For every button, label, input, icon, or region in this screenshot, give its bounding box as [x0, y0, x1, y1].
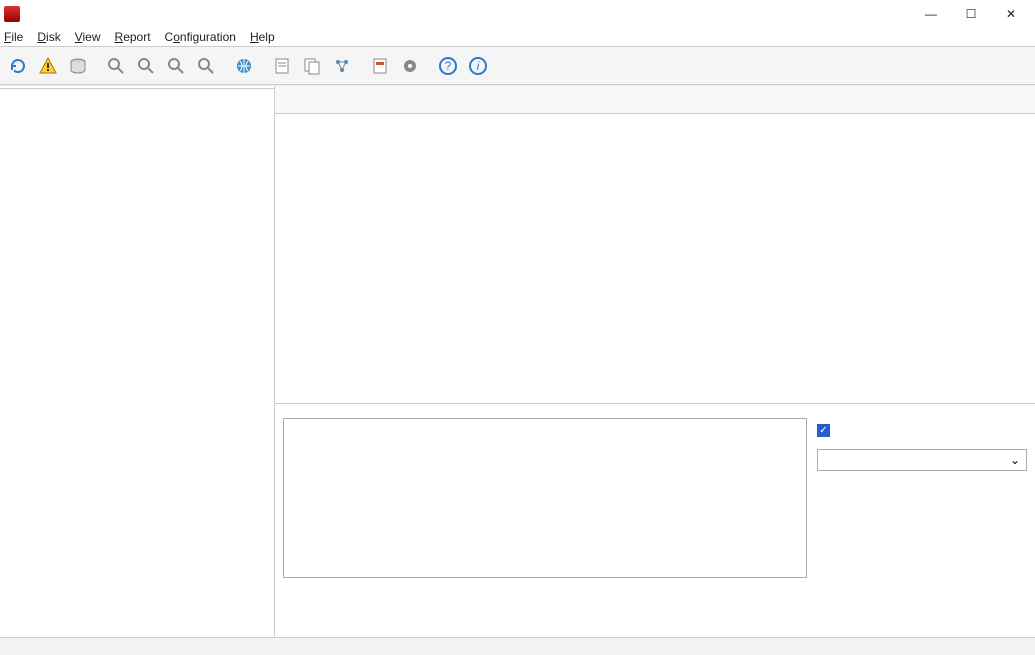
titlebar[interactable]: — ☐ ✕ [0, 0, 1035, 28]
net-button[interactable] [328, 52, 356, 80]
menubar: File Disk View Report Configuration Help [0, 28, 1035, 47]
maximize-button[interactable]: ☐ [951, 3, 991, 25]
help-button[interactable]: ? [434, 52, 462, 80]
status-bar [0, 637, 1035, 655]
menu-help[interactable]: Help [250, 30, 275, 44]
report-button[interactable] [268, 52, 296, 80]
toolbar: ? i [0, 47, 1035, 85]
attribute-chart [283, 418, 807, 578]
tool3-button[interactable] [162, 52, 190, 80]
disk-button[interactable] [64, 52, 92, 80]
attribute-graph-select[interactable]: ⌄ [817, 449, 1027, 471]
report2-button[interactable] [298, 52, 326, 80]
chevron-down-icon: ⌄ [1010, 453, 1020, 467]
menu-report[interactable]: Report [115, 30, 151, 44]
smart-grid[interactable] [275, 114, 1035, 404]
menu-view[interactable]: View [75, 30, 101, 44]
refresh-button[interactable] [4, 52, 32, 80]
menu-file[interactable]: File [4, 30, 23, 44]
tool4-button[interactable] [192, 52, 220, 80]
minimize-button[interactable]: — [911, 3, 951, 25]
menu-configuration[interactable]: Configuration [165, 30, 236, 44]
close-button[interactable]: ✕ [991, 3, 1031, 25]
disk-sidebar [0, 86, 275, 637]
svg-text:?: ? [445, 59, 452, 73]
menu-disk[interactable]: Disk [37, 30, 60, 44]
app-icon [4, 6, 20, 22]
tool1-button[interactable] [102, 52, 130, 80]
report3-button[interactable] [366, 52, 394, 80]
settings-button[interactable] [396, 52, 424, 80]
about-button[interactable]: i [464, 52, 492, 80]
globe-button[interactable] [230, 52, 258, 80]
show-values-checkbox[interactable]: ✓ [817, 424, 830, 437]
warning-button[interactable] [34, 52, 62, 80]
tabs [275, 86, 1035, 114]
svg-text:i: i [477, 59, 480, 73]
tool2-button[interactable] [132, 52, 160, 80]
